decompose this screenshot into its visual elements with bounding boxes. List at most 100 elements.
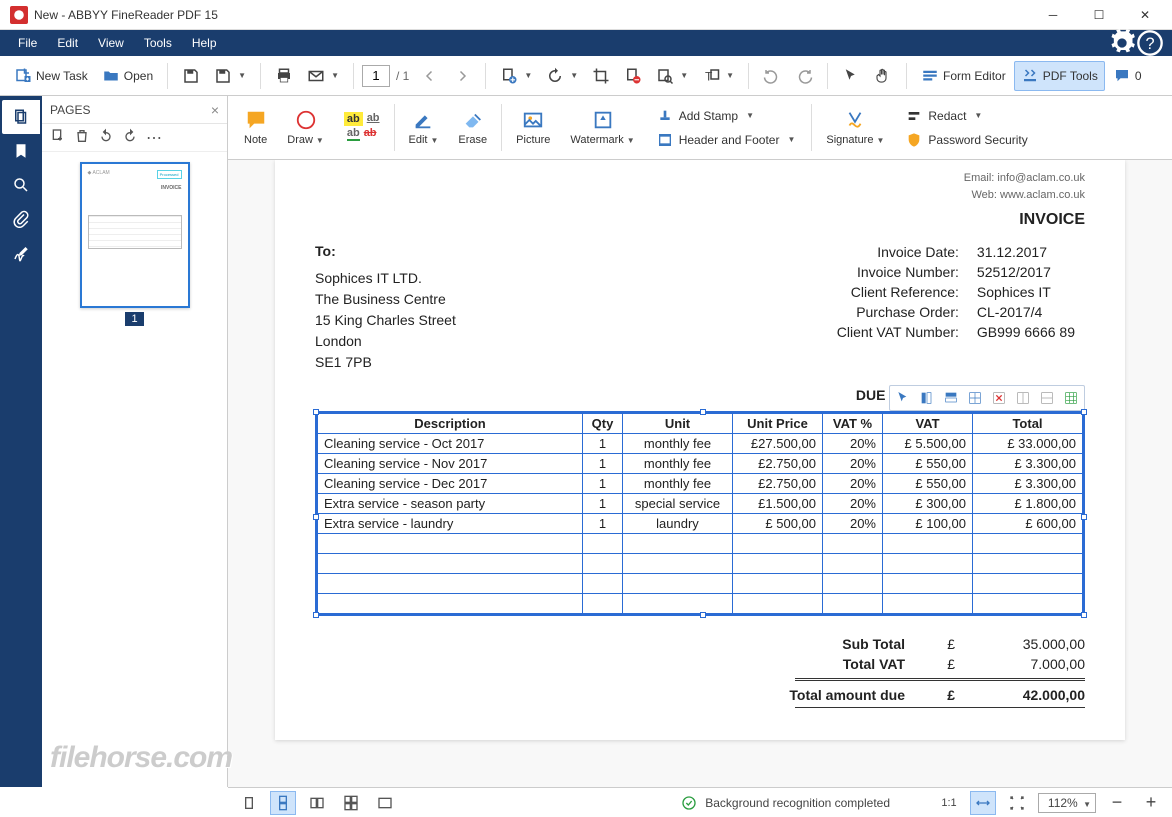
minimize-button[interactable]: ─ <box>1030 0 1076 30</box>
window-title: New - ABBYY FineReader PDF 15 <box>34 8 1030 22</box>
highlight-icon[interactable]: ab <box>344 112 363 126</box>
pointer-tool-button[interactable] <box>836 61 866 91</box>
zoom-in-button[interactable]: + <box>1138 791 1164 815</box>
watermark-tool[interactable]: Watermark▼ <box>562 100 642 155</box>
continuous-view-icon[interactable] <box>270 791 296 815</box>
fit-page-button[interactable] <box>1004 791 1030 815</box>
watermark-text: filehorse.com <box>50 741 232 775</box>
delete-col-icon[interactable] <box>988 388 1010 408</box>
menu-view[interactable]: View <box>88 32 134 54</box>
page-thumbnail[interactable]: ◆ ACLAMProcessed INVOICE <box>80 162 190 308</box>
rotate-button[interactable]: ▼ <box>540 61 584 91</box>
to-label: To: <box>315 241 456 262</box>
close-button[interactable]: ✕ <box>1122 0 1168 30</box>
form-editor-button[interactable]: Form Editor <box>915 61 1012 91</box>
hand-tool-button[interactable] <box>868 61 898 91</box>
more-icon[interactable]: ⋯ <box>146 128 162 148</box>
help-question-icon[interactable]: ? <box>1136 31 1164 55</box>
sidebar-pages-icon[interactable] <box>2 100 40 134</box>
document-page[interactable]: Email: info@aclam.co.uk Web: www.aclam.c… <box>275 160 1125 740</box>
fullscreen-view-icon[interactable] <box>372 791 398 815</box>
svg-text:T: T <box>705 69 713 83</box>
close-panel-icon[interactable]: × <box>211 102 219 118</box>
add-col-icon[interactable] <box>916 388 938 408</box>
edit-tool[interactable]: Edit▼ <box>401 100 447 155</box>
menu-help[interactable]: Help <box>182 32 227 54</box>
menu-file[interactable]: File <box>8 32 47 54</box>
addr-0: Sophices IT LTD. <box>315 268 456 289</box>
underline-icon[interactable]: ab <box>367 112 380 126</box>
invoice-title: INVOICE <box>315 211 1085 229</box>
addr-2: 15 King Charles Street <box>315 310 456 331</box>
print-button[interactable] <box>269 61 299 91</box>
add-page-icon[interactable] <box>50 128 66 147</box>
zoom-out-button[interactable]: − <box>1104 791 1130 815</box>
pdf-tools-button[interactable]: PDF Tools <box>1014 61 1105 91</box>
add-page-button[interactable]: ▼ <box>494 61 538 91</box>
sidebar-search-icon[interactable] <box>2 168 40 202</box>
page-number-badge: 1 <box>125 312 143 326</box>
page-number-input[interactable] <box>362 65 390 87</box>
actual-size-button[interactable]: 1:1 <box>936 791 962 815</box>
note-tool[interactable]: Note <box>236 100 275 155</box>
undo-button[interactable] <box>757 61 787 91</box>
settings-gear-icon[interactable] <box>1108 31 1136 55</box>
menu-tools[interactable]: Tools <box>134 32 182 54</box>
comments-button[interactable]: 0 <box>1107 61 1148 91</box>
open-button[interactable]: Open <box>96 61 159 91</box>
delete-page-icon[interactable] <box>74 128 90 147</box>
rotate-right-icon[interactable] <box>122 128 138 147</box>
recognized-table-region[interactable]: DescriptionQtyUnitUnit PriceVAT %VATTota… <box>315 411 1085 616</box>
edit-ribbon: Note Draw▼ ab ab ab ab Edit▼ <box>228 96 1172 160</box>
addr-3: London <box>315 331 456 352</box>
maximize-button[interactable]: ☐ <box>1076 0 1122 30</box>
web-text: Web: www.aclam.co.uk <box>315 187 1085 204</box>
add-stamp-button[interactable]: Add Stamp▼ <box>651 105 802 127</box>
table-recognize-icon[interactable] <box>1060 388 1082 408</box>
check-icon <box>681 795 697 811</box>
draw-tool[interactable]: Draw▼ <box>279 100 332 155</box>
split-row-icon[interactable] <box>1036 388 1058 408</box>
sidebar-bookmarks-icon[interactable] <box>2 134 40 168</box>
totalvat-label: Total VAT <box>745 656 905 672</box>
email-button[interactable]: ▼ <box>301 61 345 91</box>
sidebar-attachments-icon[interactable] <box>2 202 40 236</box>
redo-button[interactable] <box>789 61 819 91</box>
two-page-view-icon[interactable] <box>304 791 330 815</box>
header-footer-button[interactable]: Header and Footer▼ <box>651 129 802 151</box>
new-task-button[interactable]: New Task <box>8 61 94 91</box>
signature-tool[interactable]: Signature▼ <box>818 100 892 155</box>
add-row-icon[interactable] <box>940 388 962 408</box>
text-highlight-tools[interactable]: ab ab ab ab <box>336 100 388 155</box>
fit-width-button[interactable] <box>970 791 996 815</box>
erase-tool[interactable]: Erase <box>450 100 495 155</box>
delete-page-button[interactable] <box>618 61 648 91</box>
redact-button[interactable]: Redact▼ <box>900 105 1033 127</box>
crop-button[interactable] <box>586 61 616 91</box>
sidebar-signatures-icon[interactable] <box>2 236 40 270</box>
single-page-view-icon[interactable] <box>236 791 262 815</box>
password-security-button[interactable]: Password Security <box>900 129 1033 151</box>
split-cell-icon[interactable] <box>1012 388 1034 408</box>
invoice-table: DescriptionQtyUnitUnit PriceVAT %VATTota… <box>317 413 1083 614</box>
underline-green-icon[interactable]: ab <box>347 127 360 141</box>
prev-page-button[interactable] <box>415 61 445 91</box>
picture-tool[interactable]: Picture <box>508 100 558 155</box>
email-text: Email: info@aclam.co.uk <box>315 170 1085 187</box>
pages-panel: PAGES × ⋯ ◆ ACLAMProcessed INVOICE 1 <box>42 96 228 787</box>
zoom-input[interactable]: 112% ▼ <box>1038 793 1096 813</box>
strikethrough-icon[interactable]: ab <box>364 127 377 141</box>
table-edit-toolbar <box>889 385 1085 411</box>
select-cell-icon[interactable] <box>892 388 914 408</box>
next-page-button[interactable] <box>447 61 477 91</box>
rotate-left-icon[interactable] <box>98 128 114 147</box>
sidebar <box>0 96 42 787</box>
copy-text-button[interactable]: T▼ <box>696 61 740 91</box>
menu-edit[interactable]: Edit <box>47 32 88 54</box>
recognize-button[interactable]: ▼ <box>650 61 694 91</box>
addr-4: SE1 7PB <box>315 352 456 373</box>
two-continuous-view-icon[interactable] <box>338 791 364 815</box>
merge-cells-icon[interactable] <box>964 388 986 408</box>
save-button[interactable] <box>176 61 206 91</box>
save-as-button[interactable]: ▼ <box>208 61 252 91</box>
